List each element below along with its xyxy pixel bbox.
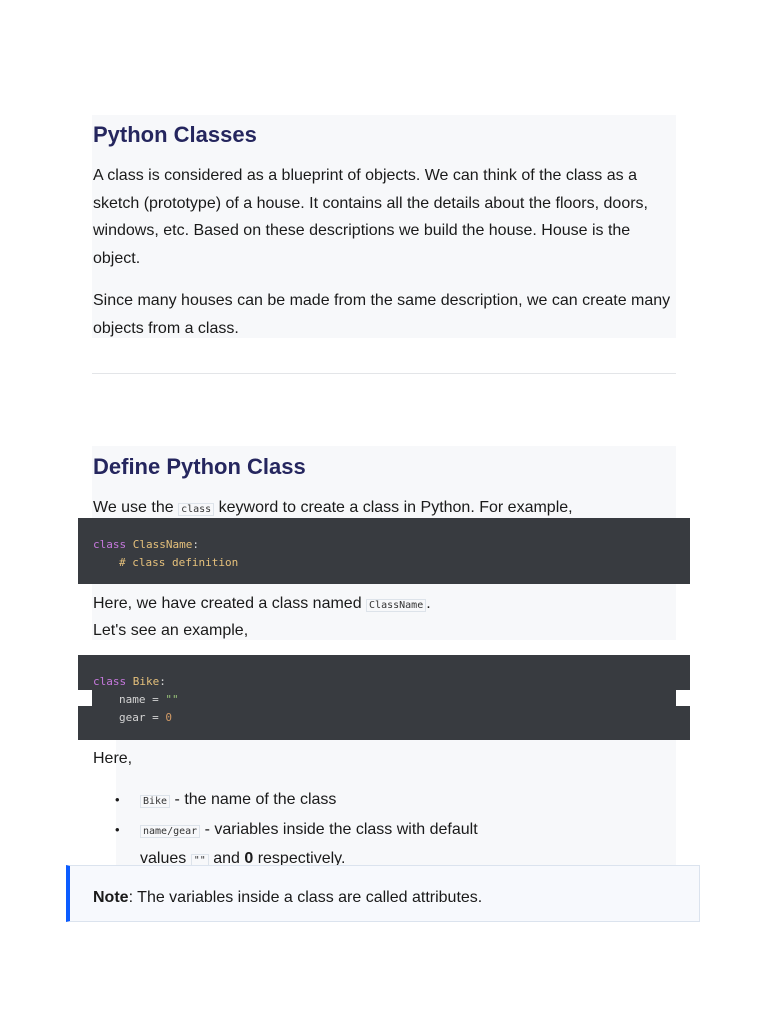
bullet-list: Bike - the name of the class name/gear -…: [115, 786, 515, 875]
code-keyword: class: [93, 675, 127, 688]
code-punct: :: [192, 538, 199, 551]
code-class-name: Bike: [132, 675, 160, 688]
code-class-name: ClassName: [132, 538, 193, 551]
code-keyword: class: [93, 538, 127, 551]
heading-define-python-class: Define Python Class: [93, 454, 306, 479]
marker-left: [78, 690, 92, 706]
text: Here, we have created a class named: [93, 595, 367, 612]
note-text: : The variables inside a class are calle…: [128, 889, 483, 906]
inline-code: name/gear: [140, 824, 201, 838]
text: keyword to create a class in Python. For…: [214, 499, 573, 516]
code-block-bike: class Bike: name = "" gear = 0: [78, 655, 690, 740]
text: We use the: [93, 499, 179, 516]
inline-code: class: [178, 503, 215, 516]
code-text: name =: [119, 693, 166, 706]
marker-right: [676, 690, 690, 706]
inline-code: Bike: [140, 795, 171, 808]
note-label: Note: [93, 889, 129, 906]
code-string: "": [165, 693, 179, 706]
note-box: Note: The variables inside a class are c…: [66, 865, 700, 922]
paragraph-blueprint: A class is considered as a blueprint of …: [93, 167, 648, 267]
text: - the name of the class: [170, 791, 337, 808]
code-punct: :: [159, 675, 166, 688]
inline-code: ClassName: [366, 599, 427, 612]
code-block-classname: class ClassName: # class definition: [78, 518, 690, 584]
heading-python-classes: Python Classes: [93, 122, 257, 147]
divider: [92, 373, 676, 374]
code-comment: # class definition: [119, 556, 239, 569]
paragraph-many-objects: Since many houses can be made from the s…: [93, 292, 671, 337]
paragraph-here: Here,: [93, 750, 133, 767]
list-item: Bike - the name of the class: [115, 786, 515, 816]
paragraph-created: Here, we have created a class named Clas…: [93, 590, 683, 620]
text: .: [426, 595, 431, 612]
paragraph-example: Let's see an example,: [93, 622, 249, 639]
code-number: 0: [165, 711, 172, 724]
code-text: gear =: [119, 711, 166, 724]
